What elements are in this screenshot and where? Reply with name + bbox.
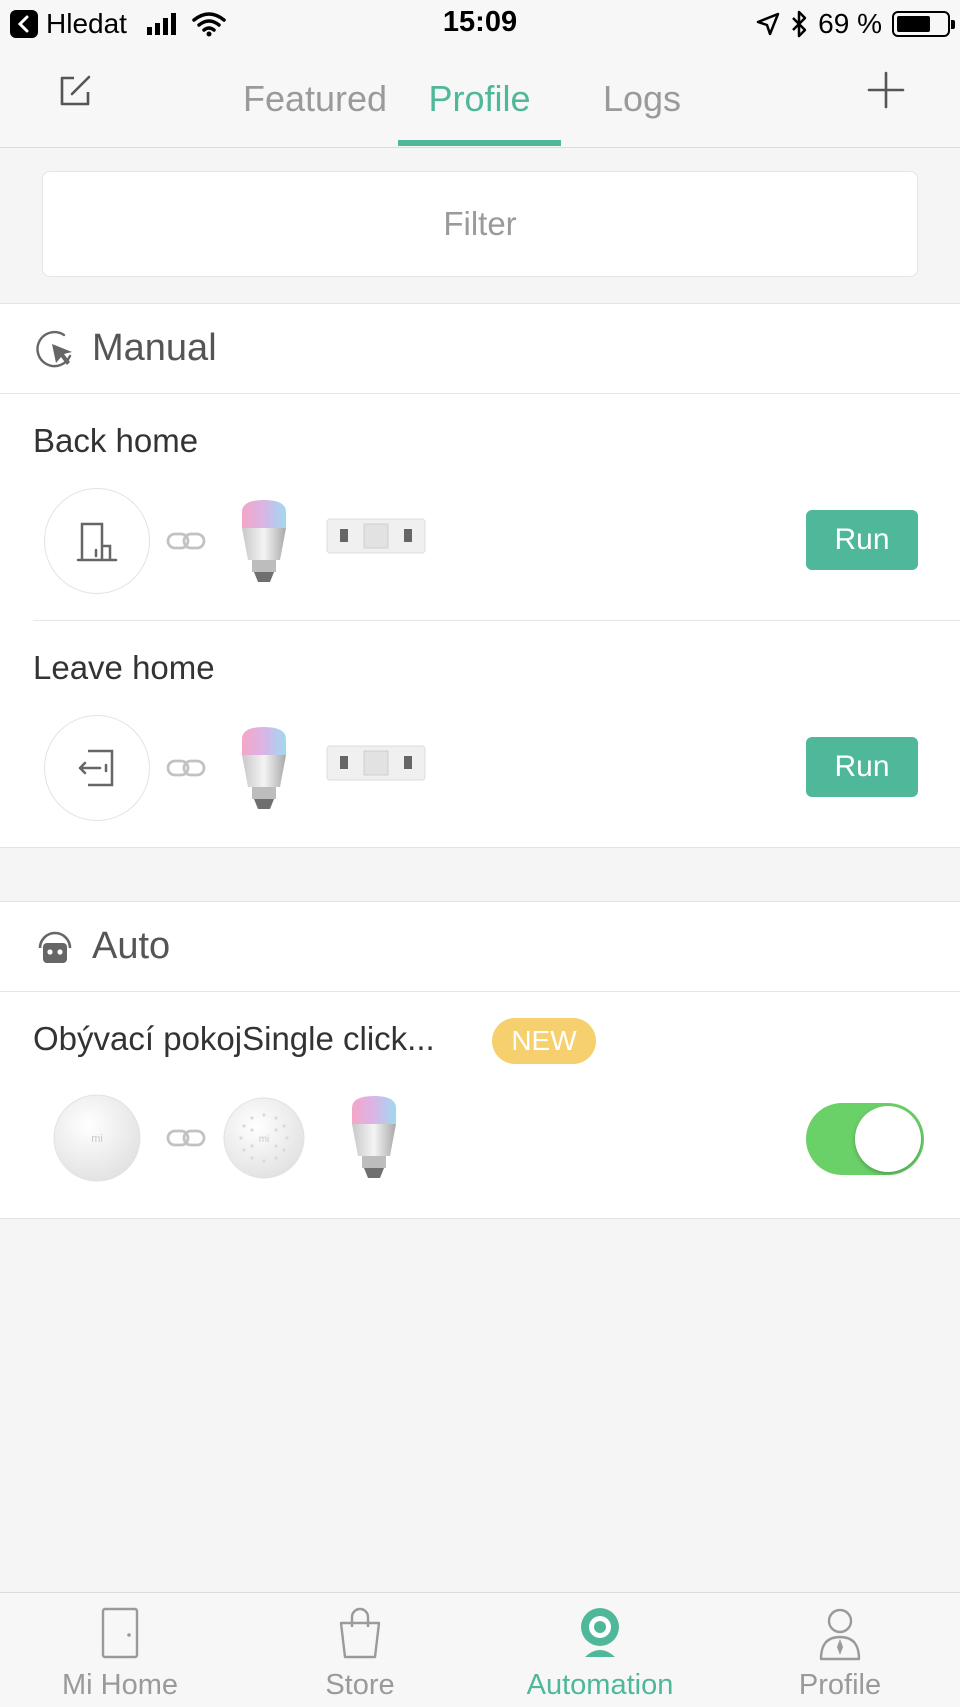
auto-header: Auto xyxy=(0,902,960,992)
door-icon xyxy=(101,1607,139,1659)
top-navigation: Featured Profile Logs xyxy=(0,48,960,148)
status-bar: Hledat 15:09 69 % xyxy=(0,0,960,48)
scene-name: Back home xyxy=(33,422,199,459)
manual-title: Manual xyxy=(92,327,217,369)
filter-input[interactable]: Filter xyxy=(42,171,918,277)
link-icon xyxy=(166,759,206,777)
battery-percent: 69 % xyxy=(818,8,882,39)
toggle-knob xyxy=(855,1106,921,1172)
edit-icon[interactable] xyxy=(58,74,92,108)
tab-automation[interactable]: Automation xyxy=(480,1593,720,1707)
filter-area: Filter xyxy=(0,149,960,304)
manual-header: Manual xyxy=(0,304,960,394)
tab-label: Profile xyxy=(798,1669,882,1701)
arrive-home-icon xyxy=(76,522,118,562)
light-strip-icon xyxy=(326,518,426,554)
tab-featured[interactable]: Featured xyxy=(230,78,400,120)
scene-name: Leave home xyxy=(33,649,215,686)
scene-auto-single-click[interactable]: Obývací pokojSingle click... mi mi xyxy=(0,992,960,1219)
scene-back-home[interactable]: Back home Run xyxy=(0,394,960,621)
automation-toggle[interactable] xyxy=(806,1103,924,1175)
camera-icon xyxy=(581,1608,619,1657)
leave-home-icon xyxy=(78,749,114,787)
bottom-tab-bar: Mi Home Store Automation Profile xyxy=(0,1592,960,1707)
auto-title: Auto xyxy=(92,925,171,967)
wireless-switch-icon: mi xyxy=(53,1094,141,1182)
tab-label: Mi Home xyxy=(61,1669,178,1701)
tab-profile[interactable]: Profile xyxy=(398,78,561,120)
light-strip-icon xyxy=(326,745,426,781)
tab-label: Store xyxy=(325,1669,395,1701)
bag-icon xyxy=(339,1607,381,1659)
active-tab-indicator xyxy=(398,140,561,146)
svg-text:mi: mi xyxy=(259,1134,270,1145)
cursor-click-icon xyxy=(36,330,72,367)
run-button[interactable]: Run xyxy=(806,510,918,570)
robot-icon xyxy=(38,931,72,963)
add-icon[interactable] xyxy=(866,70,906,110)
battery-icon xyxy=(892,11,955,37)
tab-logs[interactable]: Logs xyxy=(580,78,704,120)
run-button[interactable]: Run xyxy=(806,737,918,797)
tab-label: Automation xyxy=(526,1669,674,1701)
link-icon xyxy=(166,1129,206,1147)
bluetooth-icon xyxy=(792,10,807,38)
smart-bulb-icon xyxy=(242,500,286,582)
trigger-leave-home xyxy=(44,715,150,821)
scene-name: Obývací pokojSingle click... xyxy=(33,1020,435,1057)
trigger-back-home xyxy=(44,488,150,594)
new-badge: NEW xyxy=(492,1018,596,1064)
tab-mi-home[interactable]: Mi Home xyxy=(0,1593,240,1707)
tab-profile[interactable]: Profile xyxy=(720,1593,960,1707)
tab-store[interactable]: Store xyxy=(240,1593,480,1707)
location-icon xyxy=(756,12,780,36)
smart-bulb-icon xyxy=(352,1096,396,1178)
gateway-icon: mi xyxy=(223,1097,305,1179)
smart-bulb-icon xyxy=(242,727,286,809)
person-icon xyxy=(819,1608,861,1661)
svg-text:mi: mi xyxy=(91,1133,103,1145)
link-icon xyxy=(166,532,206,550)
scene-leave-home[interactable]: Leave home Run xyxy=(0,621,960,848)
